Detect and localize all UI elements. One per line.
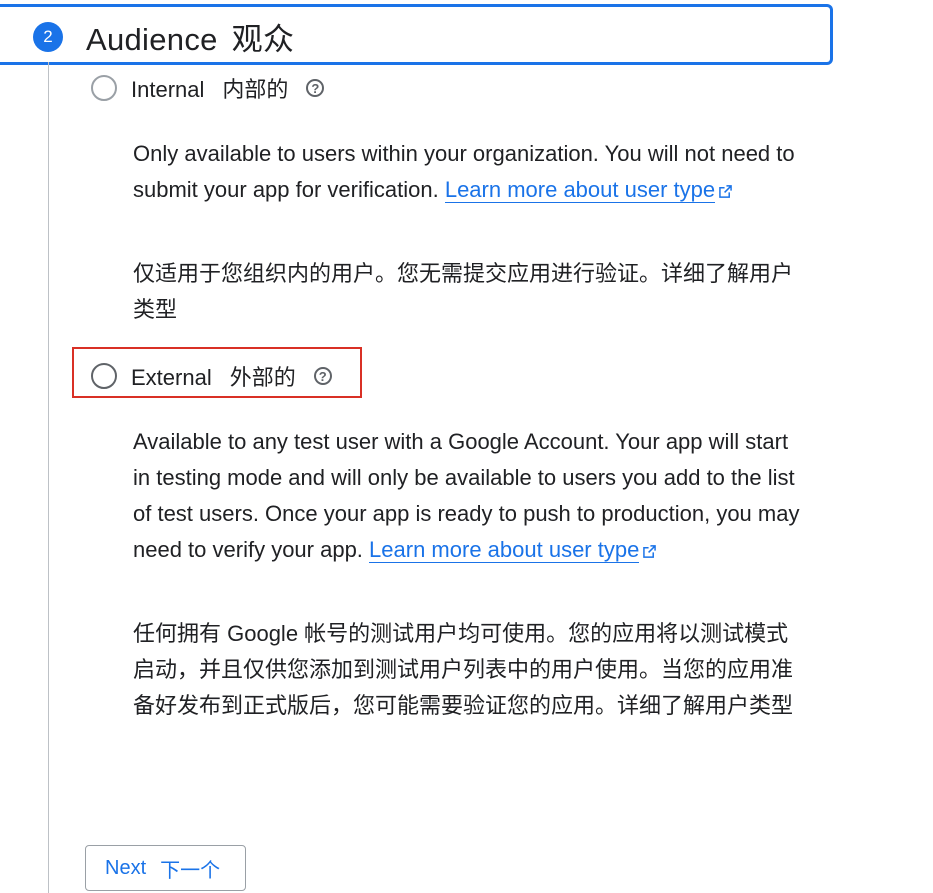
external-link-icon xyxy=(643,545,657,558)
step-number-badge: 2 xyxy=(33,22,63,52)
internal-help-icon[interactable]: ? xyxy=(306,79,325,97)
internal-label: Internal 内部的 xyxy=(131,72,288,104)
external-radio[interactable] xyxy=(91,363,117,389)
next-button-label-zh: 下一个 xyxy=(160,859,221,882)
external-link-icon xyxy=(719,185,732,198)
external-label-en: External xyxy=(131,365,212,390)
internal-label-zh: 内部的 xyxy=(222,77,289,102)
external-label: External 外部的 xyxy=(131,360,296,392)
internal-option[interactable]: Internal 内部的 ? xyxy=(91,72,325,104)
external-help-icon[interactable]: ? xyxy=(313,367,332,385)
internal-description-zh: 仅适用于您组织内的用户。您无需提交应用进行验证。详细了解用户类型 xyxy=(133,261,794,322)
stepper-rail xyxy=(48,62,49,893)
external-option[interactable]: External 外部的 ? xyxy=(91,360,332,392)
external-description-zh: 任何拥有 Google 帐号的测试用户均可使用。您的应用将以测试模式启动，并且仅… xyxy=(133,621,794,718)
next-button[interactable]: Next 下一个 xyxy=(85,845,246,891)
step-title-en: Audience xyxy=(86,22,218,57)
internal-description: Only available to users within your orga… xyxy=(133,136,803,208)
external-label-zh: 外部的 xyxy=(229,365,296,390)
internal-learn-more-link[interactable]: Learn more about user type xyxy=(444,177,716,203)
external-learn-more-link[interactable]: Learn more about user type xyxy=(369,537,640,563)
step-title-zh: 观众 xyxy=(231,22,295,57)
next-button-label-en: Next xyxy=(105,856,147,879)
step-title: Audience 观众 xyxy=(86,14,294,59)
internal-radio[interactable] xyxy=(91,75,117,101)
external-description: Available to any test user with a Google… xyxy=(133,424,803,568)
internal-label-en: Internal xyxy=(131,77,205,102)
